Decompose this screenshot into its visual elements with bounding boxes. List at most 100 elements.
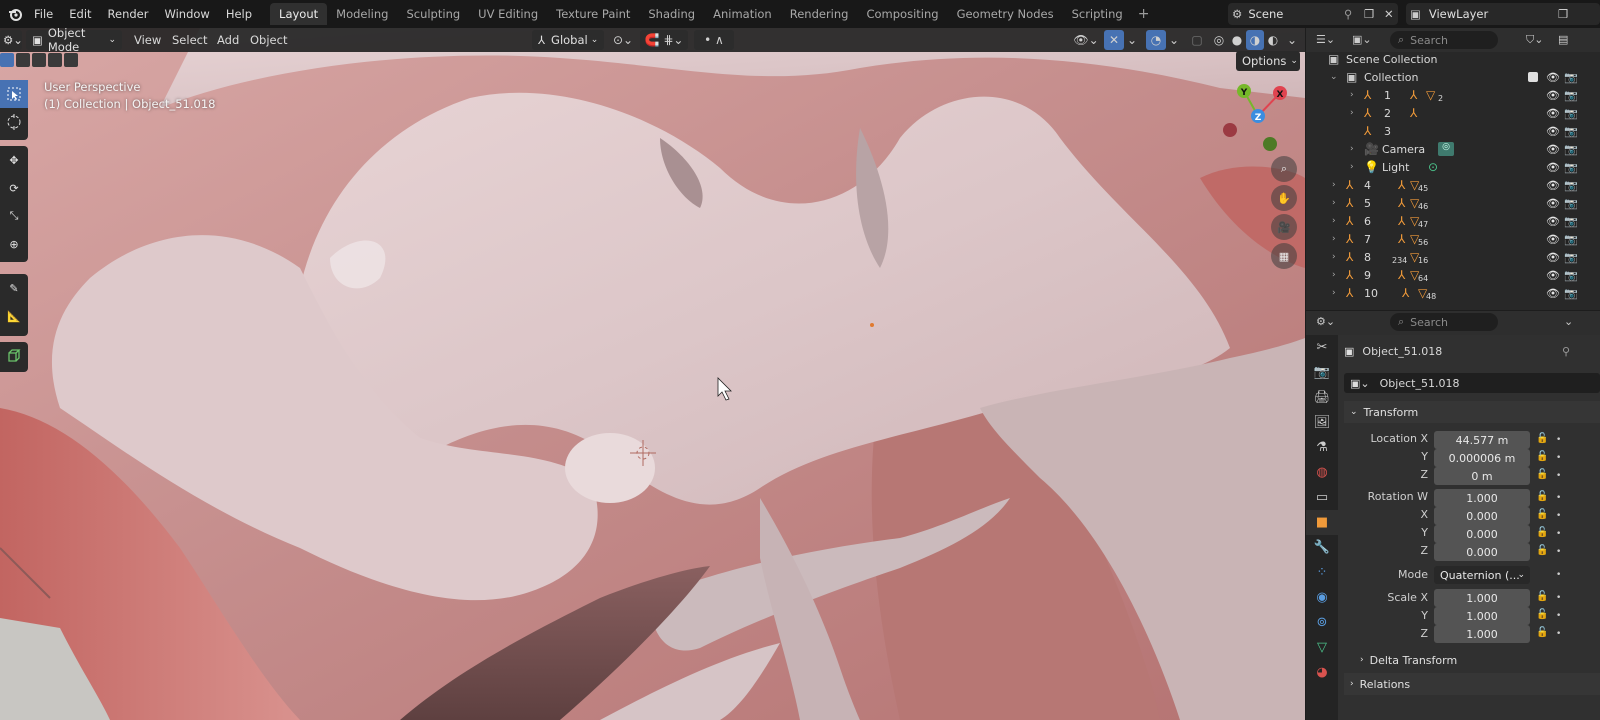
expand-arrow-icon[interactable]: › — [1332, 270, 1336, 280]
keyframe-dot-icon[interactable]: • — [1556, 435, 1561, 445]
eye-icon[interactable]: 👁 — [1546, 71, 1560, 84]
expand-arrow-icon[interactable]: › — [1332, 216, 1336, 226]
new-view-layer-icon[interactable]: ❐ — [1558, 7, 1568, 21]
material-tab-icon[interactable]: ◕ — [1306, 660, 1338, 685]
menu-window[interactable]: Window — [156, 0, 217, 28]
overlays-toggle-icon[interactable]: ◔ — [1146, 30, 1166, 50]
scale-y-field[interactable]: 1.000 — [1434, 607, 1530, 625]
lock-icon[interactable]: 🔓 — [1536, 527, 1548, 538]
render-camera-icon[interactable]: 📷 — [1564, 143, 1578, 156]
wireframe-shading-icon[interactable]: ◎ — [1210, 30, 1228, 50]
location-y-field[interactable]: 0.000006 m — [1434, 449, 1530, 467]
view-layer-tab-icon[interactable]: 🖼 — [1306, 410, 1338, 435]
object-name-field[interactable]: ▣⌄ Object_51.018 — [1344, 373, 1600, 393]
pan-hand-icon[interactable]: ✋ — [1271, 185, 1297, 211]
options-dropdown[interactable]: Options ⌄ — [1236, 51, 1300, 71]
tab-scripting[interactable]: Scripting — [1063, 3, 1132, 25]
select-mode-new-icon[interactable] — [0, 53, 14, 67]
render-camera-icon[interactable]: 📷 — [1564, 269, 1578, 282]
location-x-field[interactable]: 44.577 m — [1434, 431, 1530, 449]
tool-tab-icon[interactable]: ✂ — [1306, 335, 1338, 360]
outliner-item-8[interactable]: › ⅄ 8 234 ▽ 16 👁 📷 — [1306, 248, 1600, 266]
proportional-editing-icon[interactable]: • ∧ — [694, 30, 734, 50]
data-tab-icon[interactable]: ▽ — [1306, 635, 1338, 660]
eye-icon[interactable]: 👁 — [1546, 197, 1560, 210]
tab-uv-editing[interactable]: UV Editing — [469, 3, 547, 25]
select-box-tool[interactable] — [0, 80, 28, 108]
physics-tab-icon[interactable]: ◉ — [1306, 585, 1338, 610]
eye-icon[interactable]: 👁 — [1546, 287, 1560, 300]
delta-transform-panel-header[interactable]: › Delta Transform — [1354, 649, 1600, 671]
camera-view-icon[interactable]: 🎥 — [1271, 214, 1297, 240]
render-camera-icon[interactable]: 📷 — [1564, 179, 1578, 192]
outliner-editor-icon[interactable]: ☰⌄ — [1316, 33, 1335, 46]
constraints-tab-icon[interactable]: ⊚ — [1306, 610, 1338, 635]
viewport-menu-object[interactable]: Object — [250, 28, 287, 52]
tab-shading[interactable]: Shading — [639, 3, 704, 25]
render-camera-icon[interactable]: 📷 — [1564, 89, 1578, 102]
tab-animation[interactable]: Animation — [704, 3, 781, 25]
outliner-item-7[interactable]: › ⅄ 7 ⅄ ▽ 56 👁 📷 — [1306, 230, 1600, 248]
rotation-z-field[interactable]: 0.000 — [1434, 543, 1530, 561]
keyframe-dot-icon[interactable]: • — [1556, 570, 1561, 580]
menu-help[interactable]: Help — [218, 0, 260, 28]
output-tab-icon[interactable]: 🖨 — [1306, 385, 1338, 410]
render-camera-icon[interactable]: 📷 — [1564, 71, 1578, 84]
measure-tool[interactable]: 📐 — [0, 302, 28, 330]
select-mode-extend-icon[interactable] — [16, 53, 30, 67]
material-shading-icon[interactable]: ◑ — [1246, 30, 1264, 50]
shading-dropdown-icon[interactable]: ⌄ — [1284, 30, 1300, 50]
expand-arrow-icon[interactable]: › — [1332, 180, 1336, 190]
pin-icon[interactable]: ⚲ — [1344, 7, 1352, 21]
navigation-gizmo[interactable]: Y Z X — [1220, 78, 1300, 158]
lock-icon[interactable]: 🔓 — [1536, 509, 1548, 520]
rotation-mode-dropdown[interactable]: Quaternion (... ⌄ — [1434, 566, 1530, 584]
transform-tool[interactable]: ⊕ — [0, 230, 28, 258]
outliner-item-6[interactable]: › ⅄ 6 ⅄ ▽ 47 👁 📷 — [1306, 212, 1600, 230]
annotate-tool[interactable]: ✎ — [0, 274, 28, 302]
lock-icon[interactable]: 🔓 — [1536, 451, 1548, 462]
keyframe-dot-icon[interactable]: • — [1556, 593, 1561, 603]
collection-tab-icon[interactable]: ▭ — [1306, 485, 1338, 510]
display-mode-icon[interactable]: ▣⌄ — [1352, 33, 1372, 46]
render-camera-icon[interactable]: 📷 — [1564, 107, 1578, 120]
zoom-icon[interactable]: ⌕ — [1271, 156, 1297, 182]
viewport-menu-add[interactable]: Add — [217, 28, 239, 52]
menu-file[interactable]: File — [26, 0, 61, 28]
outliner-item-1[interactable]: › ⅄ 1 ⅄ ▽ 2 👁 📷 — [1306, 86, 1600, 104]
chevron-down-icon[interactable]: ⌄ — [1564, 315, 1573, 328]
modifier-tab-icon[interactable]: 🔧 — [1306, 535, 1338, 560]
eye-icon[interactable]: 👁 — [1546, 125, 1560, 138]
object-mode-dropdown[interactable]: ▣ Object Mode ⌄ — [26, 26, 122, 54]
outliner-item-light[interactable]: › 💡 Light ⊙ 👁 📷 — [1306, 158, 1600, 176]
render-camera-icon[interactable]: 📷 — [1564, 161, 1578, 174]
eye-icon[interactable]: 👁 — [1546, 179, 1560, 192]
gizmo-dropdown-icon[interactable]: ⌄ — [1124, 30, 1140, 50]
tab-geometry-nodes[interactable]: Geometry Nodes — [948, 3, 1063, 25]
add-workspace-icon[interactable]: + — [1132, 6, 1156, 22]
expand-arrow-icon[interactable]: › — [1350, 162, 1354, 172]
scale-tool[interactable]: ⤡ — [0, 202, 28, 230]
expand-arrow-icon[interactable]: › — [1350, 90, 1354, 100]
blender-logo-icon[interactable] — [4, 3, 26, 25]
render-camera-icon[interactable]: 📷 — [1564, 287, 1578, 300]
properties-search-input[interactable]: ⌕ Search — [1390, 313, 1498, 331]
eye-icon[interactable]: 👁 — [1546, 161, 1560, 174]
outliner-collection[interactable]: ⌄ ▣ Collection 👁 📷 — [1306, 68, 1600, 86]
outliner-item-2[interactable]: › ⅄ 2 ⅄ 👁 📷 — [1306, 104, 1600, 122]
lock-icon[interactable]: 🔓 — [1536, 433, 1548, 444]
render-camera-icon[interactable]: 📷 — [1564, 233, 1578, 246]
rotation-x-field[interactable]: 0.000 — [1434, 507, 1530, 525]
editor-type-dropdown[interactable]: ⚙⌄ — [0, 30, 23, 50]
tab-compositing[interactable]: Compositing — [857, 3, 947, 25]
render-camera-icon[interactable]: 📷 — [1564, 215, 1578, 228]
lock-icon[interactable]: 🔓 — [1536, 591, 1548, 602]
keyframe-dot-icon[interactable]: • — [1556, 611, 1561, 621]
outliner-item-3[interactable]: ⅄ 3 👁 📷 — [1306, 122, 1600, 140]
scene-selector[interactable]: ⚙ Scene ⚲ ❐ ✕ — [1228, 3, 1398, 25]
world-tab-icon[interactable]: ◍ — [1306, 460, 1338, 485]
eye-icon[interactable]: 👁 — [1546, 269, 1560, 282]
cursor-tool[interactable] — [0, 108, 28, 136]
menu-edit[interactable]: Edit — [61, 0, 99, 28]
select-mode-subtract-icon[interactable] — [32, 53, 46, 67]
